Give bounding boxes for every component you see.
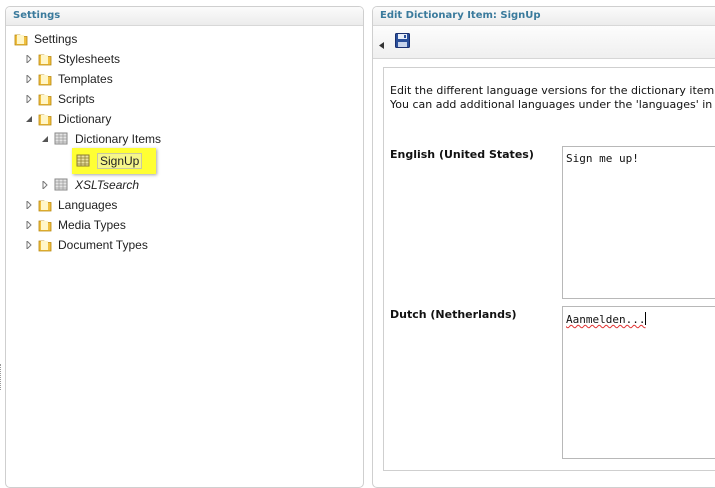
panel-splitter-handle[interactable] xyxy=(0,364,3,390)
save-button[interactable] xyxy=(395,33,410,51)
tree-node-label: Settings xyxy=(34,32,78,46)
folder-icon xyxy=(38,93,52,106)
settings-panel-title: Settings xyxy=(6,7,363,26)
save-icon xyxy=(395,33,410,48)
toolbar-collapse-icon[interactable] xyxy=(379,38,385,52)
tree-node-dictionary[interactable]: Dictionary xyxy=(24,109,111,129)
collapse-arrow-icon[interactable] xyxy=(24,115,34,123)
expand-arrow-icon[interactable] xyxy=(24,241,34,249)
collapse-arrow-icon[interactable] xyxy=(40,135,50,143)
tree-node-xsltsearch[interactable]: XSLTsearch xyxy=(40,175,139,195)
dictionary-icon xyxy=(54,178,69,192)
text-cursor xyxy=(645,312,647,325)
english-translation-value: Sign me up! xyxy=(566,152,639,165)
tree-node-document-types[interactable]: Document Types xyxy=(24,235,148,255)
edit-dictionary-panel: Edit Dictionary Item: SignUp Edit the di… xyxy=(372,6,715,488)
tree-node-dictionary-items[interactable]: Dictionary Items xyxy=(40,129,161,149)
folder-icon xyxy=(38,239,52,252)
expand-arrow-icon[interactable] xyxy=(24,95,34,103)
expand-arrow-icon[interactable] xyxy=(40,181,50,189)
tree-node-label: Scripts xyxy=(58,92,95,106)
expand-arrow-icon[interactable] xyxy=(24,55,34,63)
tree-node-signup[interactable]: SignUp xyxy=(72,148,157,174)
tree-node-label: XSLTsearch xyxy=(75,178,140,192)
folder-icon xyxy=(38,73,52,86)
folder-icon xyxy=(38,53,52,66)
english-translation-field[interactable]: Sign me up! xyxy=(562,146,715,299)
expand-arrow-icon[interactable] xyxy=(24,75,34,83)
tree-node-label: Languages xyxy=(58,198,118,212)
expand-arrow-icon[interactable] xyxy=(24,201,34,209)
tree-node-media-types[interactable]: Media Types xyxy=(24,215,126,235)
dictionary-editor-form: Edit the different language versions for… xyxy=(383,67,715,471)
tree-node-label: SignUp xyxy=(97,153,143,169)
tree-node-scripts[interactable]: Scripts xyxy=(24,89,95,109)
folder-icon xyxy=(14,33,28,46)
intro-line-2: You can add additional languages under t… xyxy=(390,98,715,111)
tree-node-label: Dictionary xyxy=(58,112,112,126)
folder-icon xyxy=(38,199,52,212)
intro-line-1: Edit the different language versions for… xyxy=(390,84,715,97)
tree-node-stylesheets[interactable]: Stylesheets xyxy=(24,49,120,69)
editor-toolbar xyxy=(373,26,715,59)
dutch-translation-value: Aanmelden... xyxy=(566,313,646,326)
edit-panel-title: Edit Dictionary Item: SignUp xyxy=(373,7,715,26)
expand-arrow-icon[interactable] xyxy=(24,221,34,229)
folder-icon xyxy=(38,113,52,126)
dutch-language-label: Dutch (Netherlands) xyxy=(390,308,517,321)
tree-node-label: Media Types xyxy=(58,218,126,232)
dictionary-icon xyxy=(76,154,91,168)
tree-node-languages[interactable]: Languages xyxy=(24,195,117,215)
tree-node-label: Dictionary Items xyxy=(75,132,162,146)
tree-node-templates[interactable]: Templates xyxy=(24,69,113,89)
dictionary-icon xyxy=(54,132,69,146)
english-language-label: English (United States) xyxy=(390,148,534,161)
dutch-translation-field[interactable]: Aanmelden... xyxy=(562,306,715,459)
tree-node-label: Templates xyxy=(58,72,113,86)
folder-icon xyxy=(38,219,52,232)
settings-panel: Settings Settings Stylesheets Templates … xyxy=(5,6,364,488)
editor-intro-text: Edit the different language versions for… xyxy=(390,84,715,112)
tree-node-label: Document Types xyxy=(58,238,148,252)
tree-node-settings[interactable]: Settings xyxy=(14,29,77,49)
tree-node-label: Stylesheets xyxy=(58,52,121,66)
